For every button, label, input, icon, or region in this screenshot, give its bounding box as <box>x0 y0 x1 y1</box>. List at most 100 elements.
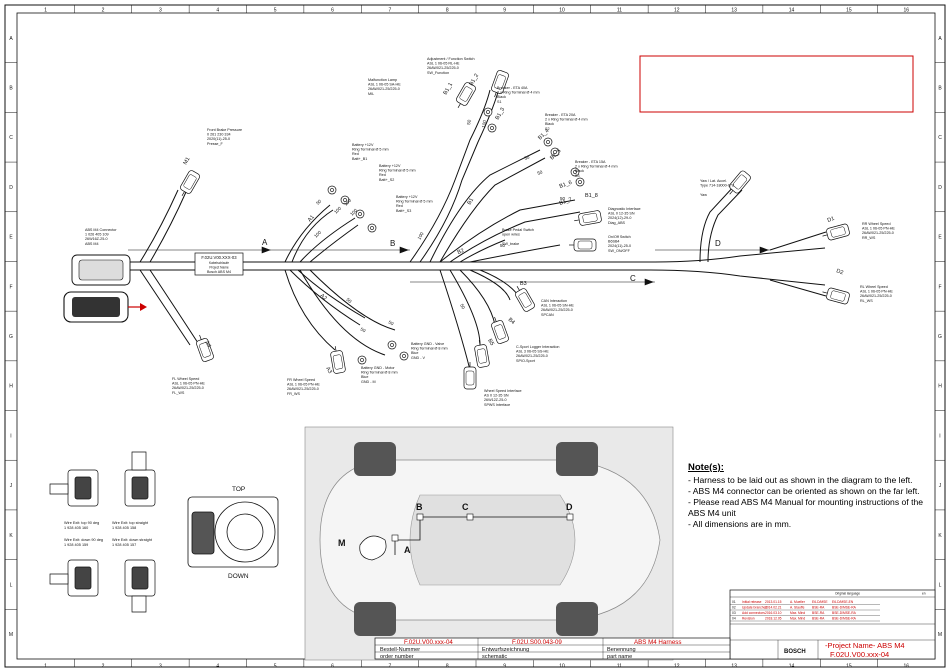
revision-cell: A. Stauffe <box>790 606 805 610</box>
frame-column-3: 3 <box>159 664 162 670</box>
frame-row-A: A <box>938 36 942 42</box>
frame-column-13: 13 <box>731 664 737 670</box>
connector-label-diag: Diagnostic Interface <box>608 207 641 211</box>
connector-label-diag: ASL 0 12-35 SN <box>608 212 635 216</box>
revision-cell: Revision <box>742 617 755 621</box>
frame-column-2: 2 <box>102 664 105 670</box>
frame-column-4: 4 <box>216 8 219 14</box>
revision-cell: 04 <box>732 617 736 621</box>
frame-column-14: 14 <box>789 664 795 670</box>
connector-label-batt-gnd-m: GND - M <box>361 380 376 384</box>
frame-column-8: 8 <box>446 8 449 14</box>
frame-column-1: 1 <box>44 664 47 670</box>
connector-label-breaker2: S2 <box>545 127 550 131</box>
revision-cell: BSE-D/MSE-RA <box>832 606 857 610</box>
connector-label-wheel-if: SPWS Interface <box>484 403 510 407</box>
connector-label-batt-gnd-v: Battery GND - Valve <box>411 342 444 346</box>
frame-column-5: 5 <box>274 8 277 14</box>
frame-row-F: F <box>9 284 12 290</box>
connector-label-batt-gnd-v: GND - V <box>411 356 425 360</box>
frame-column-8: 8 <box>446 664 449 670</box>
connector-label-onoff: B6SB4 <box>608 240 619 244</box>
notes-panel: Note(s): - Harness to be laid out as sho… <box>688 462 938 530</box>
connector-label-logger: ASL 3 06-05 SS-HE <box>516 350 549 354</box>
revision-cell: BSE-D/MSE-RA <box>832 617 857 621</box>
connector-label-abs: 1 026 405 109 <box>85 233 109 237</box>
branch-tag: B5 <box>486 338 495 347</box>
branch-length: 100 <box>481 119 487 128</box>
connector-label-malfunction: 26AW021-25/225-0 <box>368 87 400 91</box>
frame-column-12: 12 <box>674 664 680 670</box>
connector-label-logger: SPIO-Sport <box>516 359 535 363</box>
connector-label-breaker3: Black <box>575 169 584 173</box>
connector-label-batt1: Red <box>352 152 359 156</box>
branch-length: 50 <box>360 327 367 334</box>
segment-a: A <box>262 238 268 247</box>
wire-exit-down-straight-pn: 1 928 405 157 <box>112 543 136 547</box>
connector-label-adjust: Adjustment / Function Switch <box>427 57 475 61</box>
connector-label-can: CAN Interaction <box>541 299 567 303</box>
connector-label-batt1: Batt+_B1 <box>352 157 367 161</box>
connector-label-brake-pedal: Brake Pedal Switch <box>502 228 534 232</box>
connector-label-yaw: Type 714-18000-078 <box>700 184 734 188</box>
revision-cell: BSE-RA <box>812 617 825 621</box>
frame-column-16: 16 <box>904 664 910 670</box>
wire-exit-down-90-pn: 1 928 405 159 <box>64 543 88 547</box>
car-point-d: D <box>566 502 573 512</box>
revision-cell: Add connectors <box>742 611 765 615</box>
segment-b: B <box>390 239 395 248</box>
wire-exit-down-90: Wire Exit: down 90 deg <box>64 538 103 542</box>
part-name-label-de: Benennung <box>607 647 636 653</box>
connector-label-batt3: Ring Terminal Ø 5 mm <box>396 200 433 204</box>
branch-length: 100 <box>313 229 322 238</box>
note-line-2: - ABS M4 connector can be oriented as sh… <box>688 486 920 496</box>
connector-label-can: SPCAN <box>541 313 554 317</box>
connector-label-brake-pedal: open wires <box>502 233 520 237</box>
connector-label-breaker3: 2 x Ring Terminal Ø 4 mm <box>575 165 618 169</box>
part-name-value: ABS M4 Harness <box>634 639 681 646</box>
connector-label-yaw: Yaw / Lat. Accel. <box>700 179 727 183</box>
connector-label-rr: 26AW021-25/225-0 <box>862 231 894 235</box>
connector-label-wheel-if: 26W12Z-25-0 <box>484 398 507 402</box>
revision-cell: BSE-RA <box>812 606 825 610</box>
connector-label-batt2: Batt+_S2 <box>379 178 394 182</box>
order-number-label-de: Bestell-Nummer <box>380 647 420 653</box>
connector-label-breaker2: Black <box>545 122 554 126</box>
connector-label-fl: FL Wheel Speed <box>172 377 199 381</box>
revision-cell: 2018.12.05 <box>765 617 782 621</box>
revision-cell: A. Mueller <box>790 600 806 604</box>
revision-cell: Max. Mind <box>790 617 805 621</box>
connector-label-malfunction: MIL <box>368 92 374 96</box>
frame-column-3: 3 <box>159 8 162 14</box>
revision-cell: 02 <box>732 606 736 610</box>
note-line-1: - Harness to be laid out as shown in the… <box>688 475 913 485</box>
connector-label-malfunction: Malfunction Lamp <box>368 78 397 82</box>
car-point-c: C <box>462 502 469 512</box>
branch-tag: B3 <box>520 281 527 287</box>
connector-label-breaker1: S1 <box>497 100 502 104</box>
branch-tag: M1 <box>183 156 192 166</box>
connector-label-batt3: Battery +12V <box>396 195 418 199</box>
frame-column-6: 6 <box>331 8 334 14</box>
connector-label-breaker1: Black <box>497 95 506 99</box>
connector-label-fl: ASL 1 06-05 PN-HE <box>172 382 205 386</box>
connector-label-batt-gnd-v: Blue <box>411 351 418 355</box>
connector-label-diag: Diag_ABS <box>608 221 626 225</box>
connector-label-fr: FR Wheel Speed <box>287 378 315 382</box>
orientation-top-label: TOP <box>232 486 245 493</box>
frame-row-C: C <box>938 135 942 141</box>
connector-label-breaker1: 2 x Ring Terminal Ø 4 mm <box>497 91 540 95</box>
frame-column-15: 15 <box>846 8 852 14</box>
connector-label-onoff: SW_ON/OFF <box>608 249 631 253</box>
frame-row-H: H <box>9 384 13 390</box>
connector-label-batt-gnd-v: Ring Terminal Ø 8 mm <box>411 347 448 351</box>
connector-label-rl: RL_WS <box>860 299 873 303</box>
branch-length: 100 <box>333 205 342 214</box>
connector-label-onoff: On/Off Switch <box>608 235 631 239</box>
connector-label-rl: RL Wheel Speed <box>860 285 888 289</box>
frame-row-B: B <box>9 86 13 92</box>
frame-column-6: 6 <box>331 664 334 670</box>
connector-label-fr: ASL 1 06-05 PN-HE <box>287 383 320 387</box>
branch-tag: B1_6 <box>559 180 573 190</box>
branch-length: 50 <box>388 320 395 327</box>
